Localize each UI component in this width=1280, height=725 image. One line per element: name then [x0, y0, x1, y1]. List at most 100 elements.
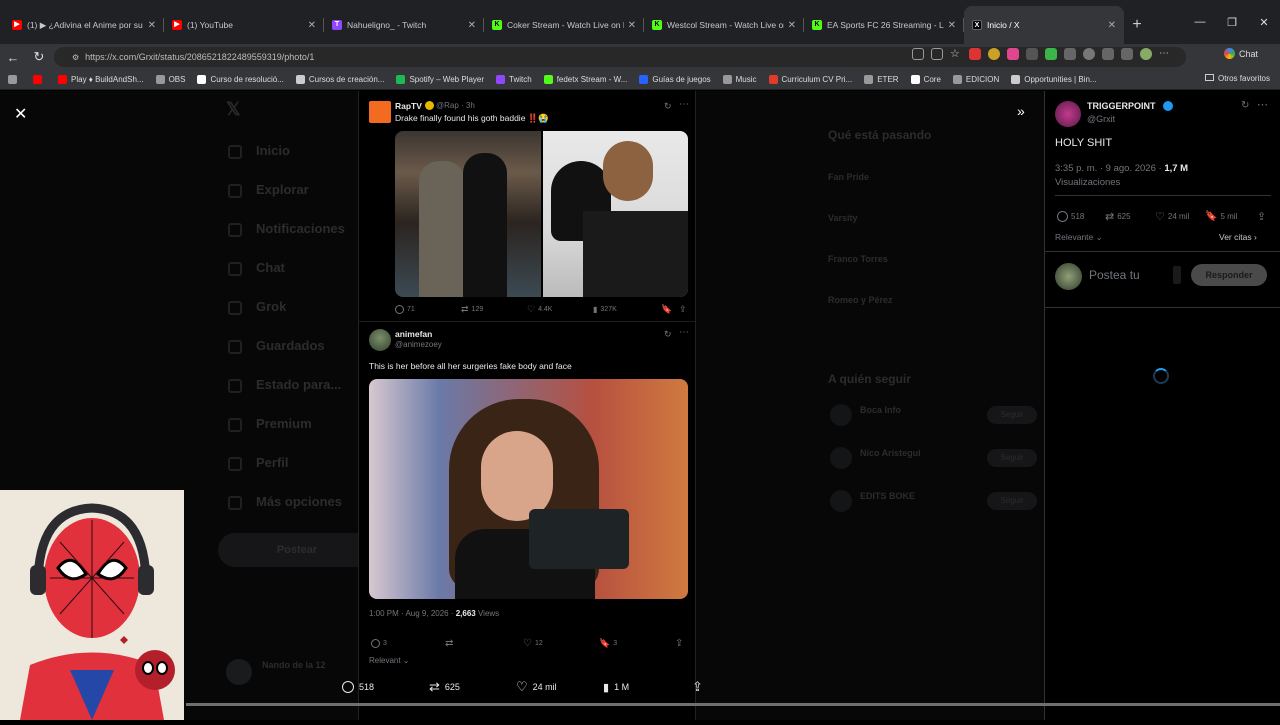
- extension-icon[interactable]: [912, 48, 924, 60]
- share-icon[interactable]: ⇪: [675, 638, 683, 649]
- downloads-icon[interactable]: [1121, 48, 1133, 60]
- site-info-icon[interactable]: ⚙: [72, 53, 79, 62]
- raptv-avatar[interactable]: [369, 101, 391, 123]
- post2-author-name[interactable]: animefan: [395, 329, 432, 339]
- triggerpoint-avatar[interactable]: [1055, 101, 1081, 127]
- other-bookmarks[interactable]: Otros favoritos: [1204, 74, 1270, 83]
- bookmark-item[interactable]: fedetx Stream - W...: [543, 75, 627, 84]
- browser-tab[interactable]: T Nahueligno_ - Twitch ✕: [324, 6, 484, 44]
- bookmark-item[interactable]: ETER: [864, 75, 899, 84]
- sort-dropdown[interactable]: Relevante ⌄: [1055, 232, 1103, 243]
- extensions-puzzle-icon[interactable]: [1102, 48, 1114, 60]
- profile-avatar-icon[interactable]: [1140, 48, 1152, 60]
- sort-dropdown[interactable]: Relevant ⌄: [369, 656, 410, 665]
- back-icon[interactable]: ←: [0, 50, 26, 65]
- bookmark-button[interactable]: 🔖 3: [599, 638, 617, 649]
- current-user-avatar[interactable]: [1055, 263, 1082, 290]
- bookmark-icon[interactable]: 🔖: [661, 304, 672, 315]
- post1-media-left[interactable]: [395, 131, 541, 297]
- horizontal-scrollbar[interactable]: [186, 703, 1280, 706]
- bookmark-item[interactable]: Cursos de creación...: [295, 75, 384, 84]
- views-button[interactable]: ▮ 1 M: [603, 681, 629, 694]
- collapse-panel-icon[interactable]: »: [1017, 103, 1025, 119]
- bookmark-item[interactable]: EDICION: [952, 75, 999, 84]
- reload-icon[interactable]: ↻: [26, 49, 52, 65]
- post2-media[interactable]: [369, 379, 688, 599]
- extension-icon[interactable]: [1045, 48, 1057, 60]
- like-button[interactable]: ♡ 12: [523, 638, 543, 649]
- browser-tab[interactable]: ▶ (1) YouTube ✕: [164, 6, 324, 44]
- reply-input[interactable]: Postea tu: [1089, 268, 1140, 282]
- bookmark-item[interactable]: Curso de resolució...: [197, 75, 284, 84]
- reply-button[interactable]: 518: [1057, 210, 1084, 222]
- repost-button[interactable]: ⇄ 129: [461, 304, 483, 315]
- bookmark-item[interactable]: Core: [910, 75, 941, 84]
- restore-icon[interactable]: ❐: [1216, 16, 1248, 29]
- tab-close-icon[interactable]: ✕: [628, 20, 636, 31]
- grok-icon[interactable]: ↻: [664, 101, 672, 112]
- close-icon[interactable]: ✕: [14, 104, 27, 124]
- menu-dots-icon[interactable]: ⋯: [1159, 48, 1171, 60]
- more-options-icon[interactable]: ⋯: [679, 327, 689, 338]
- more-options-icon[interactable]: ⋯: [679, 99, 689, 110]
- reply-button[interactable]: 71: [395, 304, 415, 314]
- grok-icon[interactable]: ↻: [664, 329, 672, 340]
- share-icon[interactable]: ⇪: [679, 304, 687, 315]
- minimize-icon[interactable]: —: [1184, 16, 1216, 28]
- bookmark-item[interactable]: [8, 75, 21, 84]
- repost-button[interactable]: ⇄: [445, 638, 453, 649]
- browser-tab[interactable]: K Coker Stream - Watch Live on K ✕: [484, 6, 644, 44]
- browser-tab[interactable]: K EA Sports FC 26 Streaming - Live S ✕: [804, 6, 964, 44]
- bookmark-item[interactable]: Music: [722, 75, 757, 84]
- like-button[interactable]: ♡ 4.4K: [527, 304, 552, 315]
- close-window-icon[interactable]: ✕: [1248, 16, 1280, 29]
- tab-close-icon[interactable]: ✕: [1108, 20, 1116, 31]
- reply-button-submit[interactable]: Responder: [1191, 264, 1267, 286]
- tab-close-icon[interactable]: ✕: [948, 20, 956, 31]
- extension-icon[interactable]: [1064, 48, 1076, 60]
- new-tab-button[interactable]: +: [1124, 6, 1150, 44]
- bookmark-item[interactable]: Guías de juegos: [639, 75, 711, 84]
- like-button[interactable]: ♡ 24 mil: [516, 679, 557, 695]
- tab-close-icon[interactable]: ✕: [308, 20, 316, 31]
- extension-icon[interactable]: [1007, 48, 1019, 60]
- browser-tab[interactable]: ▶ (1) ▶ ¿Adivina el Anime por su Et ✕: [4, 6, 164, 44]
- browser-tab[interactable]: X Inicio / X ✕: [964, 6, 1124, 44]
- bookmark-item[interactable]: Opportunities | Bin...: [1011, 75, 1097, 84]
- post1-media-right[interactable]: [543, 131, 688, 297]
- bookmark-item[interactable]: Curriculum CV Pri...: [768, 75, 852, 84]
- share-icon[interactable]: ⇪: [1257, 210, 1266, 223]
- bookmark-item[interactable]: Twitch: [496, 75, 532, 84]
- emoji-icon[interactable]: [1173, 266, 1181, 284]
- repost-button[interactable]: ⇄ 625: [1105, 210, 1131, 223]
- tab-close-icon[interactable]: ✕: [148, 20, 156, 31]
- browser-tab[interactable]: K Westcol Stream - Watch Live on K ✕: [644, 6, 804, 44]
- tab-close-icon[interactable]: ✕: [788, 20, 796, 31]
- bookmark-item[interactable]: Spotify – Web Player: [396, 75, 484, 84]
- extension-icon[interactable]: [1026, 48, 1038, 60]
- main-author-name[interactable]: TRIGGERPOINT: [1087, 101, 1156, 111]
- extension-icon[interactable]: [969, 48, 981, 60]
- extension-icon[interactable]: [1083, 48, 1095, 60]
- like-button[interactable]: ♡ 24 mil: [1155, 210, 1189, 223]
- grok-icon[interactable]: ↻: [1241, 100, 1249, 111]
- repost-button[interactable]: ⇄ 625: [429, 679, 460, 695]
- bookmark-button[interactable]: 🔖 5 mil: [1205, 211, 1237, 222]
- share-icon[interactable]: ⇪: [692, 679, 703, 695]
- reply-button[interactable]: 518: [342, 681, 374, 693]
- views-button[interactable]: ▮ 327K: [593, 305, 617, 314]
- bookmark-item[interactable]: OBS: [155, 75, 185, 84]
- extension-icon[interactable]: [931, 48, 943, 60]
- tab-close-icon[interactable]: ✕: [468, 20, 476, 31]
- see-quotes-link[interactable]: Ver citas ›: [1219, 232, 1257, 242]
- chat-button[interactable]: Chat: [1223, 48, 1258, 59]
- bookmark-item[interactable]: [33, 75, 46, 84]
- bookmark-star-icon[interactable]: ☆: [950, 48, 962, 60]
- post1-author-name[interactable]: RapTV: [395, 101, 422, 111]
- bookmark-item[interactable]: Play ♦ BuildAndSh...: [58, 75, 144, 84]
- post2-handle[interactable]: @animezoey: [395, 340, 442, 349]
- more-options-icon[interactable]: ⋯: [1257, 98, 1268, 111]
- post1-handle[interactable]: @Rap · 3h: [436, 101, 475, 110]
- main-author-handle[interactable]: @Grxit: [1087, 114, 1115, 124]
- animefan-avatar[interactable]: [369, 329, 391, 351]
